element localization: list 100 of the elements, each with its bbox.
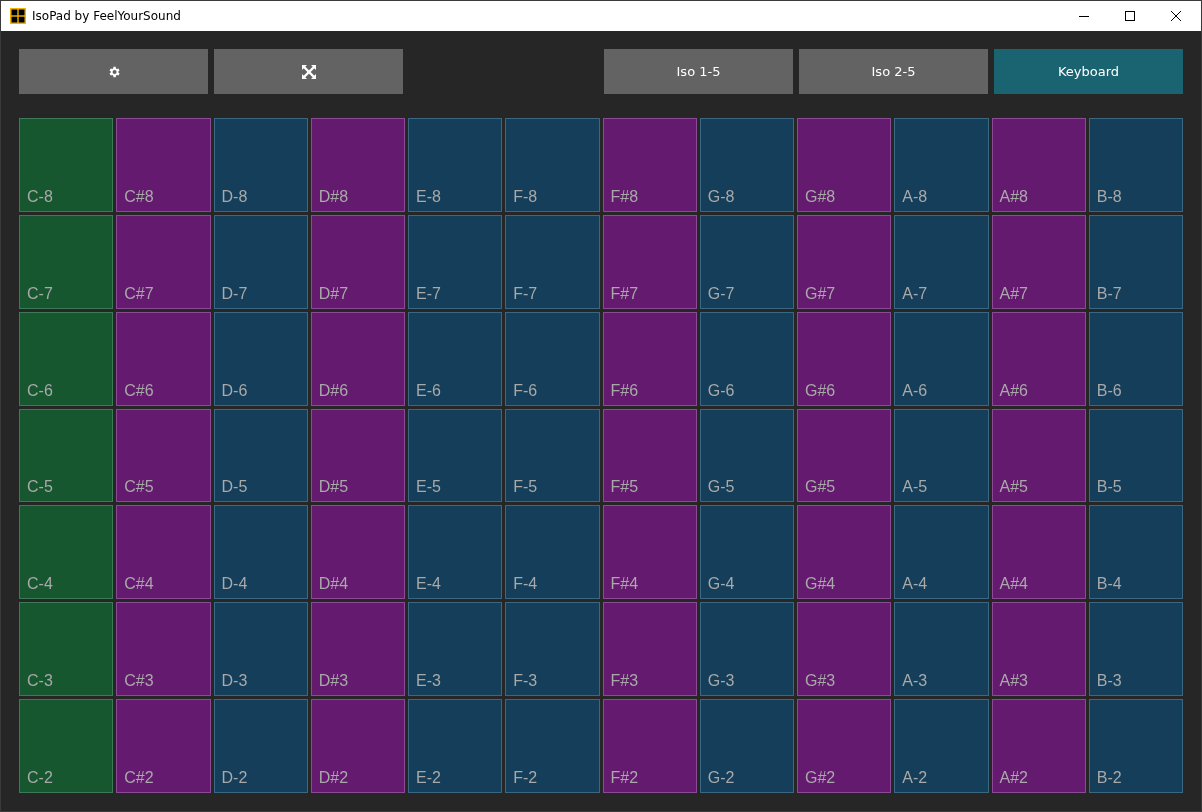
note-pad[interactable]: A-5 [894,408,989,503]
note-pad[interactable]: G-7 [699,214,794,309]
note-pad[interactable]: F-2 [505,699,600,793]
note-pad[interactable]: D-6 [213,311,308,406]
note-pad[interactable]: A-3 [894,602,989,697]
note-pad[interactable]: A-4 [894,505,989,600]
note-pad[interactable]: C-4 [19,505,114,600]
note-label: G#4 [805,575,836,594]
note-pad[interactable]: D#6 [310,311,405,406]
note-pad[interactable]: G-2 [699,699,794,793]
note-pad[interactable]: B-3 [1088,602,1183,697]
note-pad[interactable]: D#7 [310,214,405,309]
note-pad[interactable]: F-6 [505,311,600,406]
settings-button[interactable] [19,49,208,94]
note-label: A#2 [999,769,1028,787]
note-pad[interactable]: E-7 [408,214,503,309]
note-pad[interactable]: F#6 [602,311,697,406]
note-pad[interactable]: C#7 [116,214,211,309]
note-pad[interactable]: F#7 [602,214,697,309]
note-pad[interactable]: G-5 [699,408,794,503]
note-pad[interactable]: A#3 [991,602,1086,697]
note-pad[interactable]: A#6 [991,311,1086,406]
note-pad[interactable]: G#4 [797,505,892,600]
layout-button[interactable]: Iso 2-5 [799,49,988,94]
note-pad[interactable]: C#8 [116,118,211,212]
note-pad[interactable]: E-5 [408,408,503,503]
note-pad[interactable]: C#5 [116,408,211,503]
note-pad[interactable]: A#2 [991,699,1086,793]
note-pad[interactable]: F-5 [505,408,600,503]
note-pad[interactable]: C-6 [19,311,114,406]
note-pad[interactable]: G-6 [699,311,794,406]
note-pad[interactable]: G#5 [797,408,892,503]
note-pad[interactable]: F#2 [602,699,697,793]
note-label: C#8 [124,187,154,206]
note-pad[interactable]: G#3 [797,602,892,697]
note-label: D-2 [221,769,248,787]
note-pad[interactable]: B-8 [1088,118,1183,212]
note-pad[interactable]: B-2 [1088,699,1183,793]
note-label: A-4 [902,575,928,594]
note-pad[interactable]: D-7 [213,214,308,309]
note-pad[interactable]: F#3 [602,602,697,697]
note-pad[interactable]: C-7 [19,214,114,309]
layout-button[interactable]: Iso 1-5 [604,49,793,94]
note-pad[interactable]: G#2 [797,699,892,793]
note-pad[interactable]: F#4 [602,505,697,600]
note-pad[interactable]: G#7 [797,214,892,309]
note-pad[interactable]: E-3 [408,602,503,697]
note-pad[interactable]: D-4 [213,505,308,600]
note-label: D#8 [318,187,349,206]
note-pad[interactable]: B-5 [1088,408,1183,503]
note-pad[interactable]: D#5 [310,408,405,503]
note-pad[interactable]: A-6 [894,311,989,406]
note-pad[interactable]: D#2 [310,699,405,793]
note-pad[interactable]: B-6 [1088,311,1183,406]
note-pad[interactable]: D#4 [310,505,405,600]
note-pad[interactable]: F#8 [602,118,697,212]
note-pad[interactable]: F-3 [505,602,600,697]
note-pad[interactable]: G-3 [699,602,794,697]
note-pad[interactable]: G-8 [699,118,794,212]
note-pad[interactable]: A-2 [894,699,989,793]
note-pad[interactable]: C#2 [116,699,211,793]
note-pad[interactable]: G-4 [699,505,794,600]
note-pad[interactable]: B-7 [1088,214,1183,309]
note-pad[interactable]: C#6 [116,311,211,406]
note-pad[interactable]: C-5 [19,408,114,503]
note-pad[interactable]: C#4 [116,505,211,600]
note-pad[interactable]: E-2 [408,699,503,793]
note-pad[interactable]: A-7 [894,214,989,309]
note-pad[interactable]: C-8 [19,118,114,212]
note-pad[interactable]: D-5 [213,408,308,503]
layout-button[interactable]: Keyboard [994,49,1183,94]
note-pad[interactable]: A-8 [894,118,989,212]
note-pad[interactable]: G#8 [797,118,892,212]
note-pad[interactable]: C-2 [19,699,114,793]
note-label: B-4 [1096,575,1122,594]
note-pad[interactable]: D#3 [310,602,405,697]
note-pad[interactable]: G#6 [797,311,892,406]
note-pad[interactable]: C#3 [116,602,211,697]
note-pad[interactable]: D-2 [213,699,308,793]
note-pad[interactable]: F#5 [602,408,697,503]
note-pad[interactable]: F-4 [505,505,600,600]
note-pad[interactable]: F-7 [505,214,600,309]
note-pad[interactable]: A#8 [991,118,1086,212]
note-label: G-7 [707,284,735,303]
note-pad[interactable]: A#7 [991,214,1086,309]
note-pad[interactable]: A#4 [991,505,1086,600]
note-pad[interactable]: D#8 [310,118,405,212]
note-pad[interactable]: D-8 [213,118,308,212]
note-label: E-8 [416,187,441,206]
note-pad[interactable]: B-4 [1088,505,1183,600]
note-pad[interactable]: C-3 [19,602,114,697]
note-pad[interactable]: E-8 [408,118,503,212]
note-pad[interactable]: F-8 [505,118,600,212]
fullscreen-button[interactable] [214,49,403,94]
note-label: E-5 [416,478,441,497]
note-pad[interactable]: D-3 [213,602,308,697]
note-pad[interactable]: A#5 [991,408,1086,503]
note-pad[interactable]: E-6 [408,311,503,406]
note-pad[interactable]: E-4 [408,505,503,600]
note-label: F#7 [610,284,639,303]
